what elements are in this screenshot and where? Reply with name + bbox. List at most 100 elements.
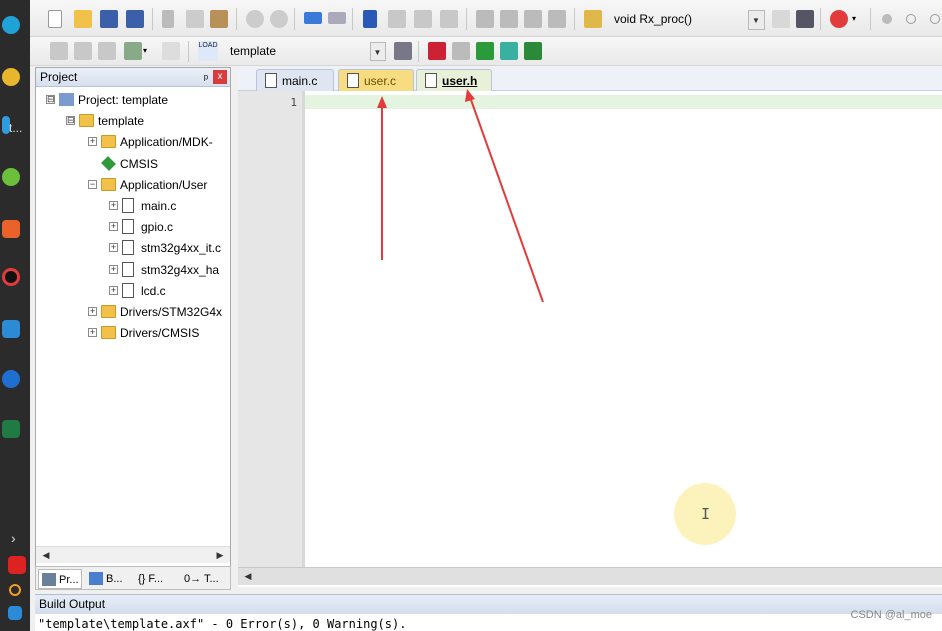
prev-bookmark-icon[interactable] xyxy=(388,10,406,28)
blue-app-icon[interactable] xyxy=(2,320,20,338)
tab-books[interactable]: B... xyxy=(86,569,132,589)
translate-icon[interactable] xyxy=(50,42,68,60)
clear-bookmarks-icon[interactable] xyxy=(440,10,458,28)
uncomment-icon[interactable] xyxy=(548,10,566,28)
red-app-icon[interactable] xyxy=(8,556,26,574)
unindent-icon[interactable] xyxy=(500,10,518,28)
breakpoint-clear-icon[interactable] xyxy=(930,14,940,24)
tree-expander-icon[interactable]: + xyxy=(109,264,118,274)
tree-expander-icon[interactable]: + xyxy=(109,201,118,210)
tree-expander-icon[interactable]: − xyxy=(88,179,97,189)
clover-icon[interactable] xyxy=(2,168,20,186)
tree-item[interactable]: + lcd.c xyxy=(36,281,230,301)
tree-item-label: stm32g4xx_it.c xyxy=(141,241,222,256)
tree-item-label: Drivers/STM32G4x xyxy=(120,305,223,319)
breakpoint-disabled-icon[interactable] xyxy=(906,14,916,24)
tree-item-label: Application/MDK- xyxy=(120,135,213,150)
chevron-down-icon[interactable]: ▾ xyxy=(143,46,151,55)
line-number-gutter: 1 xyxy=(238,91,302,567)
tab-user-c[interactable]: user.c xyxy=(338,69,414,91)
target-select-dropdown[interactable]: ▼ xyxy=(370,42,386,61)
file-extensions-icon[interactable] xyxy=(452,42,470,60)
tree-expander-icon[interactable]: + xyxy=(88,137,97,147)
tree-item[interactable]: + stm32g4xx_it.c xyxy=(36,238,230,258)
scroll-right-icon[interactable]: ▶ xyxy=(212,547,228,563)
undo-icon[interactable] xyxy=(246,10,264,28)
chevron-right-icon[interactable]: › xyxy=(11,530,16,546)
save-icon[interactable] xyxy=(100,10,118,28)
tab-project[interactable]: Pr... xyxy=(38,569,82,589)
navigate-back-icon[interactable] xyxy=(304,12,322,24)
function-combo[interactable]: void Rx_proc() xyxy=(610,9,766,31)
record-icon[interactable] xyxy=(2,268,20,286)
main-toolbar: void Rx_proc() ▼ ▾ xyxy=(30,0,942,37)
new-file-icon[interactable] xyxy=(48,10,62,28)
indent-icon[interactable] xyxy=(476,10,494,28)
project-hscrollbar[interactable]: ◀ ▶ xyxy=(36,546,230,563)
debug-session-icon[interactable] xyxy=(830,10,848,28)
tree-item[interactable]: + main.c xyxy=(36,196,230,216)
edge-icon[interactable] xyxy=(2,16,20,34)
incremental-find-icon[interactable] xyxy=(772,10,790,28)
scroll-left-icon[interactable]: ◀ xyxy=(38,547,54,563)
tab-functions[interactable]: {} F... xyxy=(134,569,178,589)
redo-icon[interactable] xyxy=(270,10,288,28)
tree-item[interactable]: ⊟ template xyxy=(36,111,230,131)
build-output-header: Build Output xyxy=(35,594,942,614)
tree-expander-icon[interactable]: + xyxy=(88,307,97,316)
tree-expander-icon[interactable]: ⊟ xyxy=(46,95,55,104)
pack-installer-icon[interactable] xyxy=(476,42,494,60)
copy-icon[interactable] xyxy=(186,10,204,28)
tree-item[interactable]: + gpio.c xyxy=(36,217,230,237)
build-icon[interactable] xyxy=(74,42,92,60)
breakpoint-icon[interactable] xyxy=(882,14,892,24)
paste-icon[interactable] xyxy=(210,10,228,28)
rebuild-icon[interactable] xyxy=(98,42,116,60)
search-icon[interactable] xyxy=(9,584,21,596)
chrome-icon[interactable] xyxy=(2,68,20,86)
cut-icon[interactable] xyxy=(162,10,174,28)
tree-item[interactable]: + stm32g4xx_ha xyxy=(36,260,230,280)
editor-hscrollbar[interactable]: ◀ xyxy=(238,567,942,585)
pin-icon[interactable]: ᵖ xyxy=(204,70,208,88)
cursor-app-icon[interactable] xyxy=(2,370,20,388)
scroll-left-icon[interactable]: ◀ xyxy=(240,568,256,584)
comment-icon[interactable] xyxy=(524,10,542,28)
tree-item[interactable]: CMSIS xyxy=(36,154,230,174)
navigate-forward-icon[interactable] xyxy=(328,12,346,24)
save-all-icon[interactable] xyxy=(126,10,144,28)
next-bookmark-icon[interactable] xyxy=(414,10,432,28)
tree-expander-icon[interactable]: ⊟ xyxy=(66,116,75,126)
manage-project-icon[interactable] xyxy=(428,42,446,60)
tree-item[interactable]: + Drivers/CMSIS xyxy=(36,323,230,343)
chevron-down-icon[interactable]: ▾ xyxy=(852,14,860,23)
tree-item[interactable]: ⊟ Project: template xyxy=(36,90,230,110)
open-file-icon[interactable] xyxy=(74,10,92,28)
select-packs-icon[interactable] xyxy=(524,42,542,60)
tree-item[interactable]: − Application/User xyxy=(36,175,230,195)
excel-icon[interactable] xyxy=(2,420,20,438)
tree-item[interactable]: + Application/MDK- xyxy=(36,132,230,152)
orange-app-icon[interactable] xyxy=(2,220,20,238)
tree-expander-icon[interactable]: + xyxy=(109,243,118,253)
run-time-environment-icon[interactable] xyxy=(500,42,518,60)
close-icon[interactable]: x xyxy=(213,70,227,84)
tree-expander-icon[interactable]: + xyxy=(109,222,118,232)
tree-expander-icon[interactable]: + xyxy=(88,328,97,338)
configure-icon[interactable] xyxy=(796,10,814,28)
download-icon[interactable]: LOAD xyxy=(198,41,218,61)
find-in-files-icon[interactable] xyxy=(584,10,602,28)
tab-main-c[interactable]: main.c xyxy=(256,69,334,91)
tree-expander-icon[interactable]: + xyxy=(109,285,118,295)
bookmark-icon[interactable] xyxy=(363,10,377,28)
batch-build-icon[interactable] xyxy=(124,42,142,60)
function-combo-dropdown[interactable]: ▼ xyxy=(748,10,765,30)
settings-icon[interactable] xyxy=(8,606,22,620)
tab-user-h[interactable]: user.h xyxy=(416,69,492,91)
editor-area[interactable]: main.c user.c user.h 1 ◀ xyxy=(238,67,942,587)
target-select[interactable]: template xyxy=(226,41,386,62)
tab-templates[interactable]: 0→ T... xyxy=(180,569,226,589)
stop-build-icon[interactable] xyxy=(162,42,180,60)
target-options-icon[interactable] xyxy=(394,42,412,60)
tree-item[interactable]: + Drivers/STM32G4x xyxy=(36,302,230,322)
